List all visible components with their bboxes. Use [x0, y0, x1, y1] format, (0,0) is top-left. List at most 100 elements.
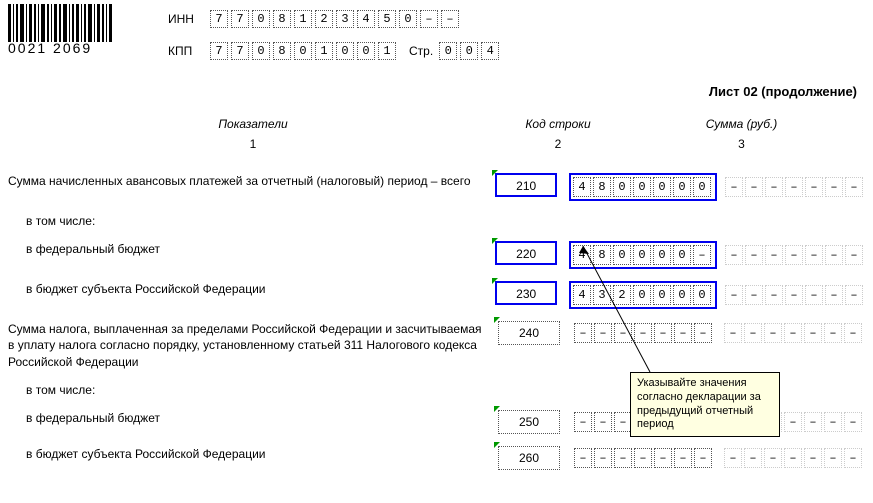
row-250-code: 250: [498, 410, 560, 434]
row-220-value: 480000– –––––––: [569, 241, 865, 269]
trailing-dash: –: [784, 448, 802, 468]
row-260: в бюджет субъекта Российской Федерации 2…: [8, 446, 865, 470]
value-cell: 0: [633, 245, 651, 265]
col-num-1: 1: [8, 137, 498, 151]
green-mark-icon: [494, 406, 500, 412]
row-240-label: Сумма налога, выплаченная за пределами Р…: [8, 321, 498, 370]
including-label-1: в том числе:: [8, 213, 498, 229]
trailing-dash: –: [725, 177, 743, 197]
trailing-dash: –: [785, 245, 803, 265]
value-cell: –: [694, 323, 712, 343]
trailing-dash: –: [765, 245, 783, 265]
row-210-label: Сумма начисленных авансовых платежей за …: [8, 173, 495, 189]
columns-numbers: 1 2 3: [8, 137, 865, 151]
row-210-code: 210: [495, 173, 557, 197]
row-210-value-cells: 4800000: [569, 173, 717, 201]
trailing-dash: –: [745, 285, 763, 305]
trailing-dash: –: [805, 177, 823, 197]
trailing-dash: –: [784, 323, 802, 343]
barcode-number: 0021 2069: [8, 40, 168, 56]
value-cell: 0: [613, 245, 631, 265]
row-230-label: в бюджет субъекта Российской Федерации: [8, 281, 495, 297]
trailing-dash: –: [805, 285, 823, 305]
row-220-value-cells: 480000–: [569, 241, 717, 269]
row-230-code: 230: [495, 281, 557, 305]
row-220: в федеральный бюджет 220 480000– –––––––: [8, 241, 865, 269]
row-210-code-text: 210: [516, 179, 536, 193]
trailing-dash: –: [725, 285, 743, 305]
trailing-dash: –: [724, 448, 742, 468]
value-cell: –: [674, 448, 692, 468]
green-mark-icon: [492, 278, 498, 284]
value-cell: –: [614, 448, 632, 468]
trailing-dash: –: [745, 177, 763, 197]
trailing-dash: –: [825, 285, 843, 305]
page-label: Стр.: [409, 44, 433, 58]
value-cell: –: [574, 323, 592, 343]
sheet-title: Лист 02 (продолжение): [8, 84, 857, 99]
row-230-code-text: 230: [516, 287, 536, 301]
header: 0021 2069 ИНН 7708123450–– КПП 770801001…: [8, 4, 865, 74]
row-240-trailing: –––––––: [724, 323, 864, 343]
value-cell: –: [614, 323, 632, 343]
row-260-value-cells: –––––––: [572, 446, 716, 470]
row-260-code-text: 260: [519, 451, 539, 465]
row-240-value: ––––––– –––––––: [572, 321, 864, 345]
col-num-2: 2: [498, 137, 618, 151]
row-210-value: 4800000 –––––––: [569, 173, 865, 201]
cell: 0: [336, 42, 354, 60]
trailing-dash: –: [844, 323, 862, 343]
cell: 1: [294, 10, 312, 28]
cell: 3: [336, 10, 354, 28]
value-cell: –: [634, 448, 652, 468]
trailing-dash: –: [824, 323, 842, 343]
value-cell: –: [694, 448, 712, 468]
trailing-dash: –: [785, 285, 803, 305]
row-230: в бюджет субъекта Российской Федерации 2…: [8, 281, 865, 309]
trailing-dash: –: [824, 448, 842, 468]
trailing-dash: –: [845, 245, 863, 265]
green-mark-icon: [494, 317, 500, 323]
trailing-dash: –: [805, 245, 823, 265]
cell: 7: [210, 10, 228, 28]
green-mark-icon: [492, 238, 498, 244]
row-210: Сумма начисленных авансовых платежей за …: [8, 173, 865, 201]
value-cell: –: [654, 323, 672, 343]
row-240: Сумма налога, выплаченная за пределами Р…: [8, 321, 865, 370]
col-header-indicator: Показатели: [8, 117, 498, 131]
cell: –: [441, 10, 459, 28]
trailing-dash: –: [765, 285, 783, 305]
value-cell: 0: [673, 285, 691, 305]
col-header-code: Код строки: [498, 117, 618, 131]
trailing-dash: –: [765, 177, 783, 197]
value-cell: –: [594, 448, 612, 468]
inn-line: ИНН 7708123450––: [168, 10, 502, 28]
value-cell: 0: [653, 245, 671, 265]
row-including-1: в том числе:: [8, 213, 865, 229]
value-cell: 3: [593, 285, 611, 305]
trailing-dash: –: [745, 245, 763, 265]
trailing-dash: –: [825, 177, 843, 197]
row-250-label: в федеральный бюджет: [8, 410, 498, 426]
cell: 0: [357, 42, 375, 60]
cell: 7: [210, 42, 228, 60]
columns-header: Показатели Код строки Сумма (руб.): [8, 117, 865, 131]
value-cell: –: [634, 323, 652, 343]
value-cell: 0: [613, 177, 631, 197]
value-cell: 0: [693, 177, 711, 197]
barcode-icon: [8, 4, 118, 42]
cell: 5: [378, 10, 396, 28]
kpp-cells: 770801001: [210, 42, 399, 60]
trailing-dash: –: [725, 245, 743, 265]
value-cell: 4: [573, 245, 591, 265]
value-cell: –: [654, 448, 672, 468]
row-220-label: в федеральный бюджет: [8, 241, 495, 257]
row-240-value-cells: –––––––: [572, 321, 716, 345]
value-cell: –: [693, 245, 711, 265]
cell: 7: [231, 10, 249, 28]
cell: 4: [357, 10, 375, 28]
row-230-trailing: –––––––: [725, 285, 865, 305]
cell: 0: [252, 42, 270, 60]
trailing-dash: –: [724, 323, 742, 343]
row-240-code-text: 240: [519, 326, 539, 340]
